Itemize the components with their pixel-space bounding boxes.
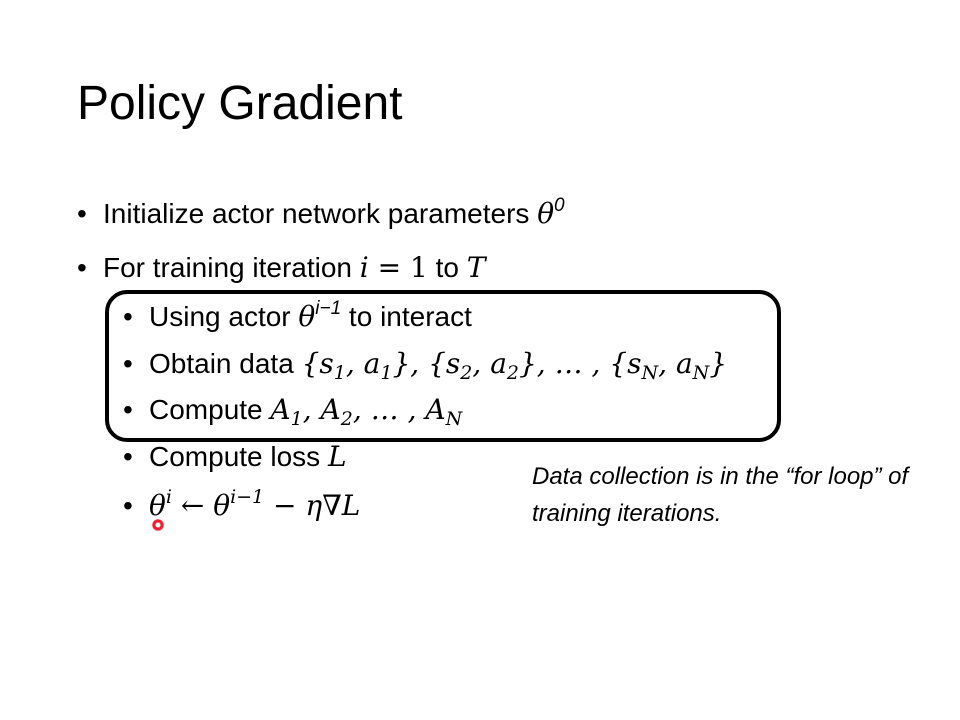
bullet-dot: • <box>123 490 133 521</box>
bullet-loop-text: For training iteration <box>103 252 360 283</box>
compute-text: Compute <box>149 394 271 425</box>
bullet-dot: • <box>77 252 87 283</box>
use-actor-text: Using actor <box>149 301 299 332</box>
advantage-math: A1, A2, … , AN <box>270 393 463 430</box>
theta-superscript: 0 <box>554 195 565 216</box>
obtain-data-text: Obtain data <box>149 348 302 379</box>
bullet-dot: • <box>77 198 87 229</box>
compute-loss-text: Compute loss <box>149 441 328 472</box>
theta-symbol: θ <box>298 300 316 333</box>
slide: Policy Gradient • Initialize actor networ… <box>0 0 960 720</box>
bullet-dot: • <box>123 301 133 332</box>
theta-superscript: i−1 <box>315 298 342 319</box>
sub-bullet-compute-advantage: • Compute A1, A2, … , AN <box>123 392 463 430</box>
sub-bullet-use-actor: • Using actor θi−1 to interact <box>123 299 472 335</box>
bullet-dot: • <box>123 394 133 425</box>
bullet-dot: • <box>123 441 133 472</box>
update-rule-math: θi ← θi−1 − η∇L <box>149 486 361 523</box>
bullet-training-loop: • For training iteration i = 1 to T <box>77 250 485 286</box>
bullet-dot: • <box>123 348 133 379</box>
sub-bullet-compute-loss: • Compute loss L <box>123 439 347 475</box>
laser-pointer-icon <box>152 519 164 531</box>
use-actor-after: to interact <box>341 301 472 332</box>
bullet-loop-to: to <box>427 252 467 283</box>
sub-bullet-obtain-data: • Obtain data {s1, a1}, {s2, a2}, … , {sN… <box>123 346 728 384</box>
theta-symbol: θ <box>537 197 555 230</box>
bullet-initialize-text: Initialize actor network parameters <box>103 198 538 229</box>
slide-title: Policy Gradient <box>77 77 403 130</box>
iteration-variable: i <box>359 251 369 284</box>
side-note: Data collection is in the “for loop” of … <box>532 463 909 527</box>
loss-symbol: L <box>327 440 347 473</box>
bullet-initialize: • Initialize actor network parameters θ0 <box>77 196 565 232</box>
iteration-start: = 1 <box>368 251 428 284</box>
obtain-data-math: {s1, a1}, {s2, a2}, … , {sN, aN} <box>301 347 728 384</box>
iteration-end: T <box>466 251 486 284</box>
